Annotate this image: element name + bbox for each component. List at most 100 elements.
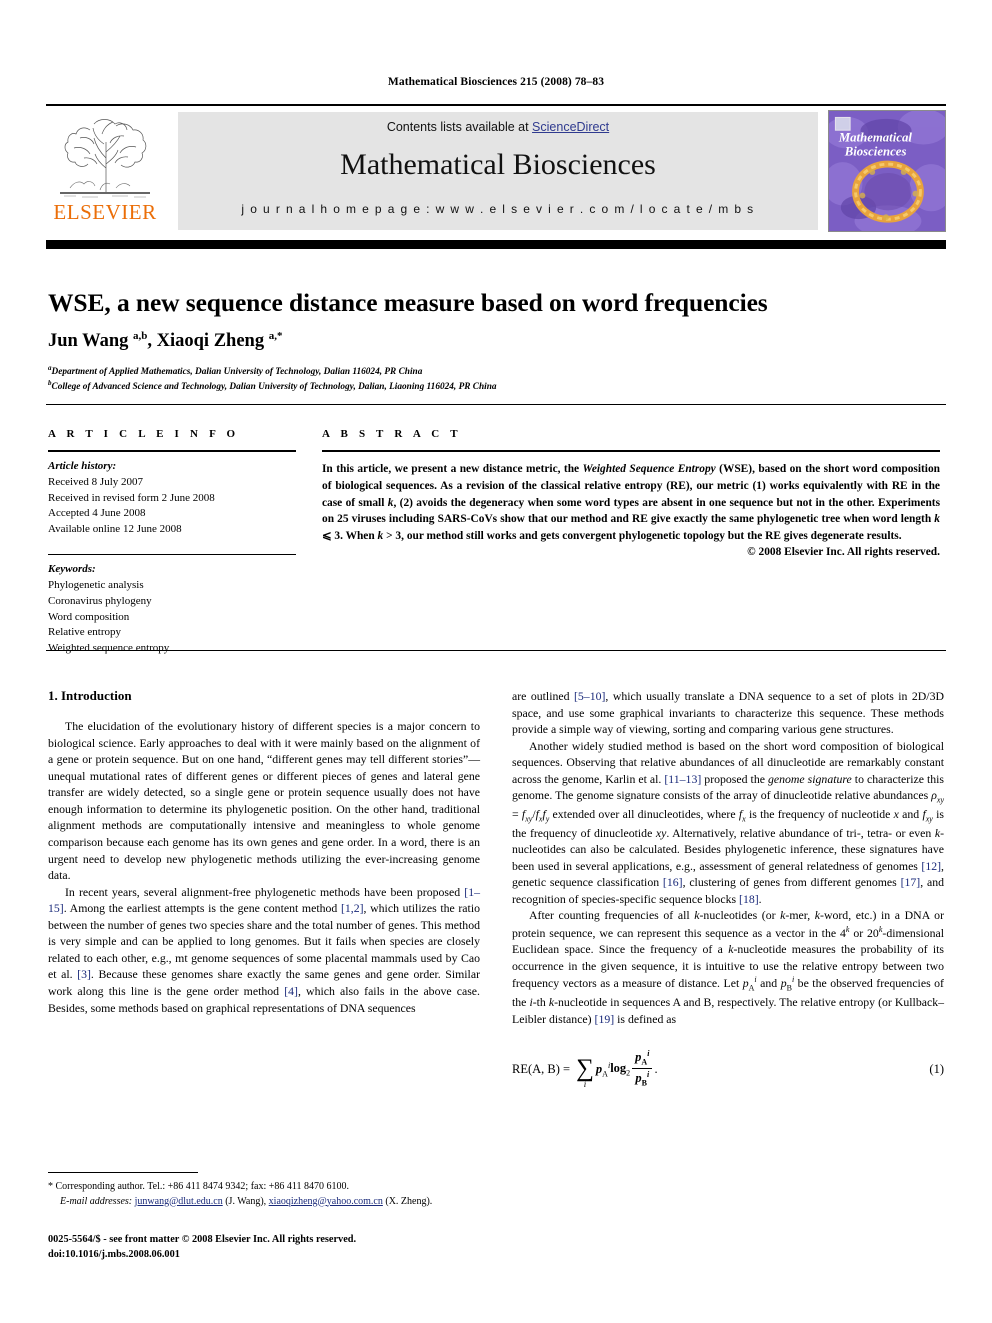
den-sub: B [641,1078,647,1088]
fraction-numerator: pAi [632,1049,652,1067]
den-sup: i [646,1069,650,1079]
text-run: proposed the [701,771,768,786]
sigma-glyph: ∑ [576,1055,594,1083]
abstract-column: A B S T R A C T In this article, we pres… [322,428,940,558]
article-info-column: A R T I C L E I N F O Article history: R… [48,428,296,657]
text-run: . Among the earliest attempts is the gen… [63,901,341,916]
journal-cover-thumbnail: Mathematical Biosciences [828,110,946,232]
text-run: is defined as [614,1011,677,1026]
contents-available-line: Contents lists available at ScienceDirec… [178,120,818,134]
rule-below-abstract [46,650,946,651]
page-title: WSE, a new sequence distance measure bas… [48,288,768,317]
summation-symbol: ∑ i [576,1056,594,1089]
summation-index: i [583,1079,587,1090]
sciencedirect-link[interactable]: ScienceDirect [532,120,609,134]
elsevier-logo: ELSEVIER [46,112,164,230]
factor-sub: A [602,1069,608,1079]
abstract-run: , (2) avoids the degeneracy when some wo… [322,496,941,526]
email-owner-2: (X. Zheng). [382,1195,433,1207]
fraction-denominator: pBi [632,1070,652,1088]
keyword-item: Relative entropy [48,626,122,639]
imprint-block: 0025-5564/$ - see front matter © 2008 El… [48,1233,518,1263]
contents-prefix: Contents lists available at [386,120,533,134]
header-top-rule [46,104,946,106]
equation-fraction: pAi pBi [632,1049,653,1088]
keyword-item: Word composition [48,610,130,623]
footnote-rule [48,1172,198,1173]
abstract-run: Weighted Sequence Entropy [582,463,716,475]
citation-ref[interactable]: [18] [739,892,759,906]
citation-ref[interactable]: [5–10] [574,689,605,703]
history-item: Received in revised form 2 June 2008 [48,491,215,504]
text-run: In recent years, several alignment-free … [65,884,465,899]
equation-lhs: RE(A, B) = [512,1061,571,1076]
abstract-rule [322,450,940,452]
equation-1: RE(A, B) = ∑ i pAi log2 pAi pBi . (1) [512,1042,944,1096]
equation-factor: pAi [596,1061,610,1079]
citation-ref[interactable]: [16] [663,875,683,889]
corresponding-text: Corresponding author. Tel.: +86 411 8474… [53,1181,350,1192]
article-info-rule [48,450,296,452]
citation-ref[interactable]: [12] [921,859,941,873]
log-label: log [610,1061,627,1076]
email-note: E-mail addresses: junwang@dlut.edu.cn (J… [48,1195,480,1210]
article-history-block: Article history: Received 8 July 2007 Re… [48,459,296,538]
equation-period: . [654,1061,658,1076]
fraction-bar [632,1067,653,1069]
svg-text:Mathematical: Mathematical [838,131,913,145]
right-column: are outlined [5–10], which usually trans… [512,688,944,1096]
journal-header: ELSEVIER Contents lists available at Sci… [46,110,946,232]
history-item: Available online 12 June 2008 [48,523,182,536]
num-sub: A [641,1057,648,1067]
email-label: E-mail addresses: [60,1195,133,1207]
abstract-copyright: © 2008 Elsevier Inc. All rights reserved… [747,546,940,559]
paragraph-right-1: are outlined [5–10], which usually trans… [512,688,944,738]
citation-ref[interactable]: [17] [901,875,921,889]
paragraph-right-3: After counting frequencies of all k-nucl… [512,907,944,1027]
text-run-math-1: to characterize this genome. The genome … [512,771,945,873]
corresponding-author-note: * Corresponding author. Tel.: +86 411 84… [48,1180,480,1195]
keywords-label: Keywords: [48,563,96,576]
history-item: Accepted 4 June 2008 [48,507,146,520]
citation-ref[interactable]: [1,2] [341,901,364,915]
abstract-text: In this article, we present a new distan… [322,461,940,545]
author-names-html: Jun Wang a,b, Xiaoqi Zheng a,* [48,330,283,352]
elsevier-wordmark: ELSEVIER [53,200,157,224]
equation-log: log2 [610,1061,630,1078]
journal-cover-art: Mathematical Biosciences [829,111,945,231]
paper-page: Mathematical Biosciences 215 (2008) 78–8… [0,0,992,1323]
email-owner-1: (J. Wang), [222,1195,269,1207]
keywords-rule [48,554,296,556]
citation-ref[interactable]: [3] [77,967,91,981]
affiliation-b: bCollege of Advanced Science and Technol… [48,379,938,394]
author-list: Jun Wang a,b, Xiaoqi Zheng a,* [48,330,938,352]
affiliation-a: aDepartment of Applied Mathematics, Dali… [48,364,938,379]
italic-term-genome-signature: genome signature [767,771,852,786]
elsevier-tree-icon [60,119,150,198]
journal-title: Mathematical Biosciences [340,148,656,181]
log-base: 2 [626,1068,631,1078]
left-column: 1. Introduction The elucidation of the e… [48,688,480,1016]
article-info-heading: A R T I C L E I N F O [48,428,240,440]
svg-text:Biosciences: Biosciences [844,144,907,158]
citation-ref[interactable]: [19] [595,1012,615,1026]
rule-below-affiliations [46,404,946,405]
citation-ref[interactable]: [11–13] [664,772,701,786]
doi-line: doi:10.1016/j.mbs.2008.06.001 [48,1248,180,1260]
keywords-block: Keywords: Phylogenetic analysis Coronavi… [48,562,296,657]
text-run: , clustering of genes from different gen… [682,875,901,890]
equation-number: (1) [929,1062,944,1077]
body-columns: 1. Introduction The elucidation of the e… [48,688,944,1158]
abstract-run: > 3, our method still works and gets con… [383,530,902,543]
abstract-heading: A B S T R A C T [322,428,462,440]
equation-body: RE(A, B) = ∑ i pAi log2 pAi pBi . [512,1049,658,1089]
header-black-bar [46,240,946,249]
email-link-2[interactable]: xiaoqizheng@yahoo.com.cn [269,1196,383,1207]
citation-ref[interactable]: [4] [284,984,298,998]
affiliation-a-text: Department of Applied Mathematics, Dalia… [51,367,423,378]
contents-banner: Contents lists available at ScienceDirec… [178,112,818,230]
email-link-1[interactable]: junwang@dlut.edu.cn [135,1196,223,1207]
section-heading-introduction: 1. Introduction [48,688,132,703]
keyword-item: Phylogenetic analysis [48,578,144,591]
journal-homepage[interactable]: j o u r n a l h o m e p a g e : w w w . … [178,202,818,216]
